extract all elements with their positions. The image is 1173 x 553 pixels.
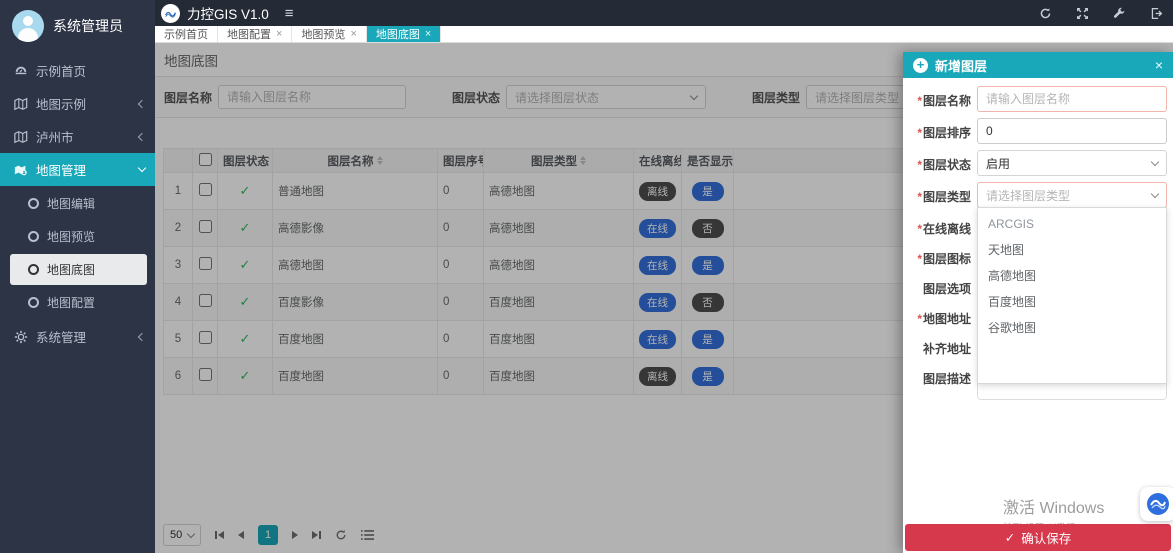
chevron-left-icon bbox=[138, 132, 146, 140]
close-icon[interactable]: × bbox=[276, 28, 282, 40]
tab-label: 地图配置 bbox=[227, 26, 271, 42]
circle-icon bbox=[28, 198, 39, 209]
sidebar-nav: 示例首页 地图示例 泸州市 地图管理 地图编辑 bbox=[0, 54, 155, 353]
layer-sort-label: 图层排序 bbox=[907, 118, 971, 141]
chevron-down-icon bbox=[138, 164, 146, 172]
chevron-left-icon bbox=[138, 99, 146, 107]
check-icon: ✓ bbox=[1005, 530, 1015, 545]
plus-circle-icon: + bbox=[913, 58, 928, 73]
tab-bar: 示例首页 地图配置 × 地图预览 × 地图底图 × bbox=[155, 26, 1173, 43]
sidebar-item-map-management[interactable]: 地图管理 bbox=[0, 153, 155, 186]
close-icon[interactable]: × bbox=[425, 28, 431, 40]
sidebar-item-label: 地图编辑 bbox=[47, 195, 95, 212]
floating-widget-button[interactable] bbox=[1140, 487, 1173, 521]
sidebar-item-label: 系统管理 bbox=[36, 327, 131, 346]
sidebar-item-label: 地图底图 bbox=[47, 261, 95, 278]
sidebar-item-home[interactable]: 示例首页 bbox=[0, 54, 155, 87]
online-offline-label: 在线离线 bbox=[907, 214, 971, 237]
sidebar-item-label: 地图预览 bbox=[47, 228, 95, 245]
chevron-left-icon bbox=[138, 332, 146, 340]
layer-status-label: 图层状态 bbox=[907, 150, 971, 173]
layer-name-field[interactable] bbox=[977, 86, 1167, 112]
layer-name-label: 图层名称 bbox=[907, 86, 971, 109]
modal-body: 图层名称 图层排序 图层状态 启用 图层类型 请选择图层类型 bbox=[903, 78, 1173, 400]
fullscreen-icon[interactable] bbox=[1076, 7, 1089, 20]
sidebar-item-system-management[interactable]: 系统管理 bbox=[0, 320, 155, 353]
layer-options-label: 图层选项 bbox=[907, 274, 971, 297]
tab-map-preview[interactable]: 地图预览 × bbox=[292, 26, 366, 42]
tab-map-basemap[interactable]: 地图底图 × bbox=[367, 26, 441, 42]
menu-toggle-icon[interactable]: ≡ bbox=[285, 5, 294, 22]
topbar-actions bbox=[1039, 7, 1163, 20]
sidebar: 系统管理员 示例首页 地图示例 泸州市 地图管理 bbox=[0, 0, 155, 553]
confirm-save-button[interactable]: ✓ 确认保存 bbox=[905, 524, 1171, 551]
dropdown-option-arcgis[interactable]: ARCGIS bbox=[978, 211, 1166, 237]
layer-type-label: 图层类型 bbox=[907, 182, 971, 205]
circle-icon bbox=[28, 231, 39, 242]
sidebar-item-label: 泸州市 bbox=[36, 127, 131, 146]
circle-icon bbox=[28, 264, 39, 275]
tab-label: 示例首页 bbox=[164, 26, 208, 42]
user-name: 系统管理员 bbox=[53, 16, 123, 36]
tab-home[interactable]: 示例首页 bbox=[155, 26, 218, 42]
gear-icon bbox=[14, 330, 28, 344]
modal-header: + 新增图层 × bbox=[903, 52, 1173, 78]
logout-icon[interactable] bbox=[1150, 7, 1163, 20]
top-bar: 力控GIS V1.0 ≡ bbox=[155, 0, 1173, 26]
sidebar-item-label: 示例首页 bbox=[36, 61, 145, 80]
layer-status-field[interactable]: 启用 bbox=[977, 150, 1167, 176]
tab-label: 地图底图 bbox=[376, 26, 420, 42]
layer-sort-field[interactable] bbox=[977, 118, 1167, 144]
refresh-icon[interactable] bbox=[1039, 7, 1052, 20]
layer-desc-label: 图层描述 bbox=[907, 364, 971, 387]
browser-widget-icon bbox=[1146, 492, 1170, 516]
sidebar-item-label: 地图管理 bbox=[36, 160, 131, 179]
map-icon bbox=[14, 97, 28, 111]
chevron-down-icon bbox=[1151, 157, 1159, 165]
layer-type-field[interactable]: 请选择图层类型 bbox=[977, 182, 1167, 208]
map-icon bbox=[14, 130, 28, 144]
dropdown-option-tianditu[interactable]: 天地图 bbox=[978, 237, 1166, 263]
layer-type-dropdown: ARCGIS 天地图 高德地图 百度地图 谷歌地图 bbox=[977, 207, 1167, 384]
map-url-label: 地图地址 bbox=[907, 304, 971, 327]
dropdown-option-google[interactable]: 谷歌地图 bbox=[978, 315, 1166, 341]
sidebar-item-map-basemap[interactable]: 地图底图 bbox=[10, 254, 147, 285]
map-management-icon bbox=[14, 163, 28, 177]
dropdown-option-baidu[interactable]: 百度地图 bbox=[978, 289, 1166, 315]
sidebar-item-map-config[interactable]: 地图配置 bbox=[10, 287, 147, 318]
sidebar-item-map-demo[interactable]: 地图示例 bbox=[0, 87, 155, 120]
circle-icon bbox=[28, 297, 39, 308]
close-icon[interactable]: × bbox=[350, 28, 356, 40]
sidebar-item-label: 地图配置 bbox=[47, 294, 95, 311]
tab-map-config[interactable]: 地图配置 × bbox=[218, 26, 292, 42]
tab-label: 地图预览 bbox=[301, 26, 345, 42]
sidebar-item-label: 地图示例 bbox=[36, 94, 131, 113]
app-title: 力控GIS V1.0 bbox=[187, 3, 269, 23]
layer-icon-label: 图层图标 bbox=[907, 244, 971, 267]
dropdown-option-gaode[interactable]: 高德地图 bbox=[978, 263, 1166, 289]
sidebar-item-map-preview[interactable]: 地图预览 bbox=[10, 221, 147, 252]
wrench-icon[interactable] bbox=[1113, 7, 1126, 20]
close-icon[interactable]: × bbox=[1155, 57, 1163, 73]
user-profile[interactable]: 系统管理员 bbox=[0, 0, 155, 54]
app-logo bbox=[161, 4, 180, 23]
chevron-down-icon bbox=[1151, 189, 1159, 197]
extra-url-label: 补齐地址 bbox=[907, 334, 971, 357]
app-window: 系统管理员 示例首页 地图示例 泸州市 地图管理 bbox=[0, 0, 1173, 553]
sidebar-item-luzhou[interactable]: 泸州市 bbox=[0, 120, 155, 153]
dashboard-icon bbox=[14, 64, 28, 78]
avatar bbox=[12, 10, 44, 42]
new-layer-modal: + 新增图层 × 图层名称 图层排序 图层状态 启用 图层类型 bbox=[903, 52, 1173, 553]
sidebar-item-map-edit[interactable]: 地图编辑 bbox=[10, 188, 147, 219]
modal-title: 新增图层 bbox=[935, 56, 1148, 75]
